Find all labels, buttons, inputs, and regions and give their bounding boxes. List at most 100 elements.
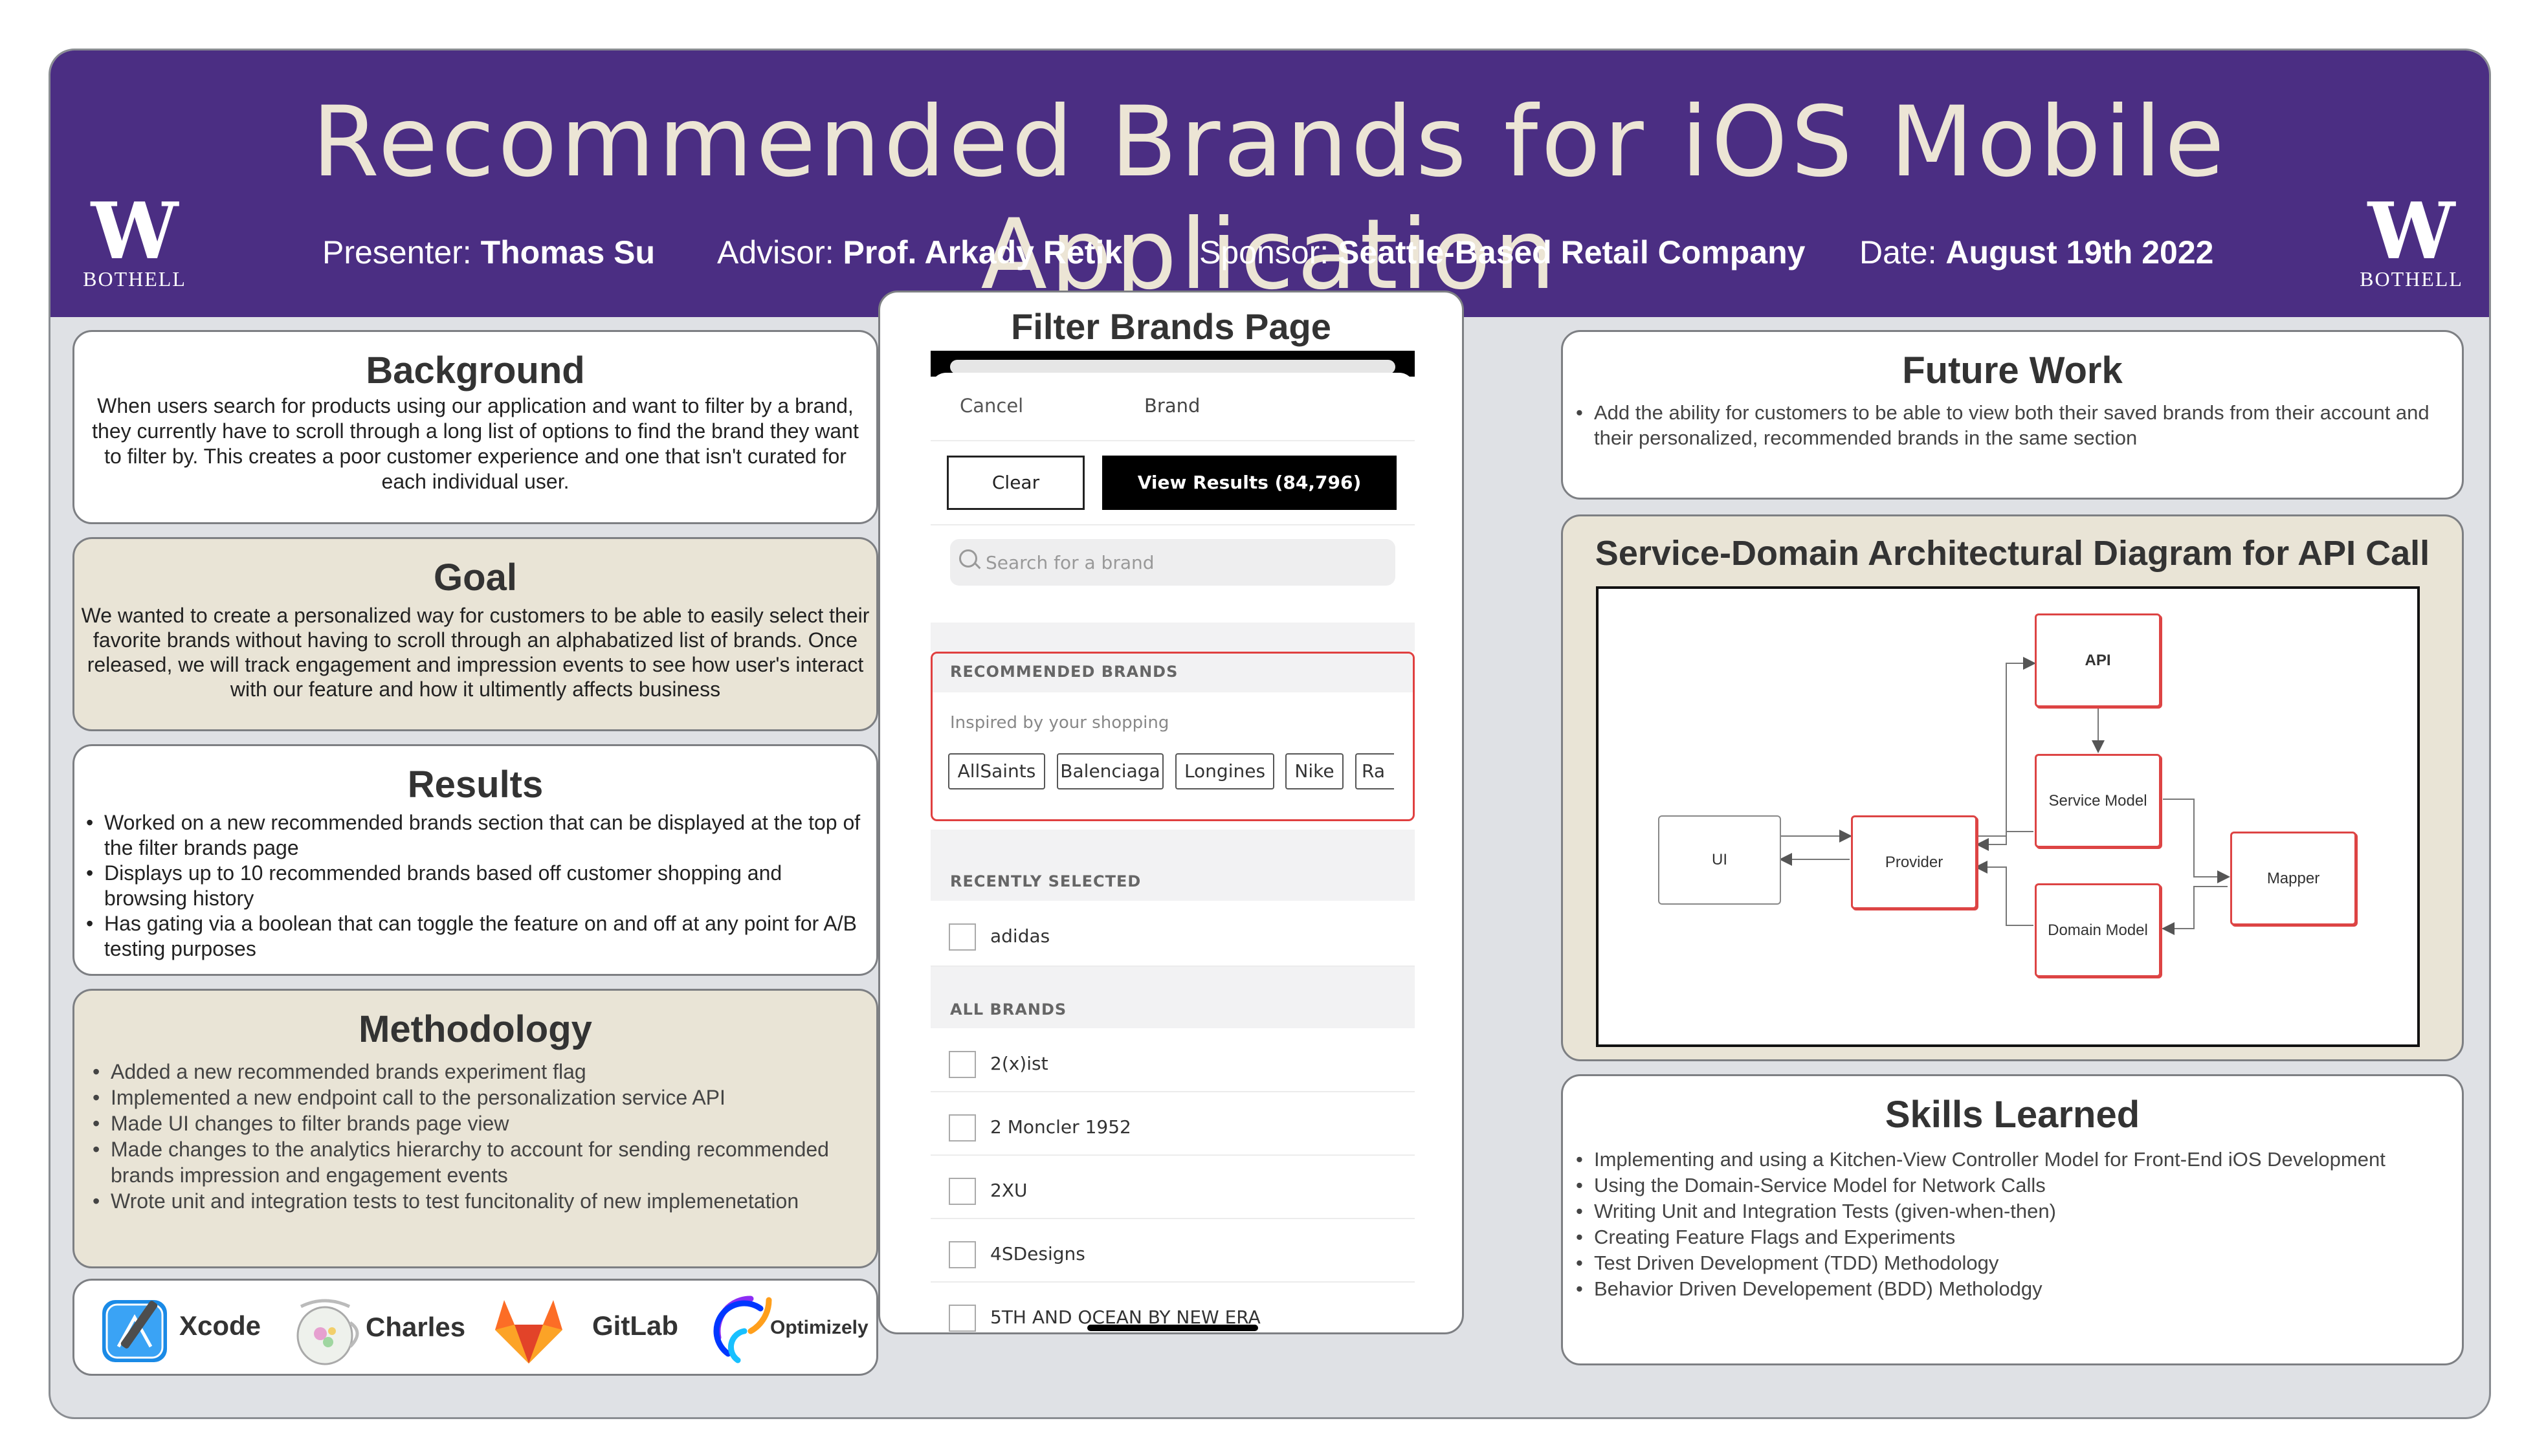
background-heading: Background (366, 349, 585, 392)
brand-name: 2XU (990, 1180, 1028, 1201)
brand-checkbox[interactable] (949, 1241, 976, 1268)
brand-checkbox[interactable] (949, 1305, 976, 1332)
recommended-subtitle: Inspired by your shopping (950, 713, 1169, 733)
future-work-list: Add the ability for customers to be able… (1576, 400, 2453, 450)
list-item: Has gating via a boolean that can toggle… (86, 911, 865, 962)
brand-checkbox[interactable] (949, 1178, 976, 1205)
filter-brands-heading: Filter Brands Page (1011, 306, 1331, 347)
list-item: Writing Unit and Integration Tests (give… (1576, 1198, 2455, 1224)
diagram-node-provider: Provider (1851, 815, 1977, 909)
diagram-node-service-model: Service Model (2035, 754, 2161, 848)
divider (931, 1281, 1415, 1283)
tools-panel: Xcode Charles GitLab Optimizely (72, 1279, 878, 1376)
results-panel: Results Worked on a new recommended bran… (72, 744, 878, 976)
advisor-name: Prof. Arkady Retik (843, 234, 1123, 270)
logo-letter: W (2367, 186, 2455, 277)
divider (931, 524, 1415, 525)
methodology-heading: Methodology (359, 1008, 592, 1050)
diagram-node-api: API (2035, 613, 2161, 707)
logo-text: BOTHELL (83, 267, 186, 291)
date-value: August 19th 2022 (1945, 234, 2214, 270)
list-item: Behavior Driven Developement (BDD) Metho… (1576, 1276, 2455, 1302)
brand-checkbox[interactable] (949, 1114, 976, 1142)
list-item: Wrote unit and integration tests to test… (93, 1188, 850, 1214)
goal-heading: Goal (434, 557, 517, 599)
search-input[interactable]: Search for a brand (950, 539, 1395, 586)
cancel-button[interactable]: Cancel (960, 395, 1023, 417)
brand-chip[interactable]: Longines (1175, 753, 1274, 789)
date-label: Date: (1859, 234, 1937, 270)
brand-checkbox[interactable] (949, 923, 976, 951)
architecture-heading: Service-Domain Architectural Diagram for… (1595, 534, 2430, 573)
divider (931, 440, 1415, 441)
phone-screenshot: Cancel Brand Clear View Results (84,796)… (931, 351, 1415, 1332)
sponsor-name: Seattle-Based Retail Company (1338, 234, 1806, 270)
list-item: Worked on a new recommended brands secti… (86, 810, 865, 861)
home-indicator (1087, 1325, 1258, 1331)
charles-icon (296, 1299, 359, 1365)
list-item: Displays up to 10 recommended brands bas… (86, 861, 865, 911)
future-work-panel: Future Work Add the ability for customer… (1561, 330, 2464, 500)
architecture-diagram: UI Provider API Service Model Domain Mod… (1596, 586, 2420, 1047)
filter-brands-panel: Filter Brands Page Cancel Brand Clear Vi… (878, 291, 1464, 1334)
list-item: Implemented a new endpoint call to the p… (93, 1085, 850, 1110)
tool-name-optimizely: Optimizely (770, 1317, 869, 1338)
gitlab-icon (495, 1300, 562, 1363)
goal-text: We wanted to create a personalized way f… (81, 604, 870, 701)
brand-chip[interactable]: Ra (1355, 753, 1394, 789)
skills-list: Implementing and using a Kitchen-View Co… (1576, 1147, 2455, 1302)
recently-selected-label: RECENTLY SELECTED (950, 872, 1142, 890)
brand-checkbox[interactable] (949, 1051, 976, 1078)
background-panel: Background When users search for product… (72, 330, 878, 524)
diagram-node-mapper: Mapper (2230, 832, 2356, 925)
section-header (931, 967, 1415, 1028)
nav-title: Brand (1144, 395, 1201, 417)
results-heading: Results (407, 764, 544, 806)
clear-button[interactable]: Clear (947, 456, 1085, 510)
list-item: Made UI changes to filter brands page vi… (93, 1110, 850, 1136)
xcode-icon (102, 1300, 167, 1362)
uw-bothell-logo-right: W BOTHELL (2360, 186, 2463, 291)
brand-chip[interactable]: Nike (1285, 753, 1344, 789)
divider (931, 1091, 1415, 1092)
sheet-grabber[interactable] (950, 360, 1395, 374)
list-item: Using the Domain-Service Model for Netwo… (1576, 1173, 2455, 1198)
date-info: Date: August 19th 2022 (1859, 234, 2213, 271)
brand-name: 2(x)ist (990, 1053, 1048, 1074)
list-item: Creating Feature Flags and Experiments (1576, 1224, 2455, 1250)
all-brands-label: ALL BRANDS (950, 1000, 1067, 1019)
list-item: Add the ability for customers to be able… (1576, 400, 2453, 450)
sponsor-label: Sponsor: (1199, 234, 1329, 270)
recommended-brands-label: RECOMMENDED BRANDS (950, 663, 1179, 681)
brand-chip[interactable]: Balenciaga (1057, 753, 1164, 789)
poster-title: Recommended Brands for iOS Mobile Applic… (311, 86, 2228, 311)
skills-heading: Skills Learned (1885, 1094, 2140, 1136)
brand-chip[interactable]: AllSaints (948, 753, 1045, 789)
divider (931, 1154, 1415, 1156)
header-banner: Recommended Brands for iOS Mobile Applic… (50, 50, 2489, 317)
search-icon (959, 549, 977, 568)
uw-bothell-logo-left: W BOTHELL (83, 193, 186, 291)
brand-name: 4SDesigns (990, 1243, 1085, 1264)
list-item: Implementing and using a Kitchen-View Co… (1576, 1147, 2455, 1173)
divider (931, 1218, 1415, 1219)
diagram-node-ui: UI (1658, 815, 1781, 905)
brand-name: 2 Moncler 1952 (990, 1116, 1131, 1138)
tool-name-gitlab: GitLab (592, 1310, 678, 1341)
presenter-info: Presenter: Thomas Su (322, 234, 655, 271)
presenter-label: Presenter: (322, 234, 472, 270)
section-spacer (931, 623, 1415, 652)
goal-panel: Goal We wanted to create a personalized … (72, 537, 878, 731)
diagram-node-domain-model: Domain Model (2035, 883, 2161, 977)
methodology-panel: Methodology Added a new recommended bran… (72, 989, 878, 1268)
advisor-info: Advisor: Prof. Arkady Retik (717, 234, 1122, 271)
skills-panel: Skills Learned Implementing and using a … (1561, 1074, 2464, 1365)
brand-name: adidas (990, 925, 1050, 947)
list-item: Added a new recommended brands experimen… (93, 1059, 850, 1085)
search-placeholder: Search for a brand (986, 552, 1155, 573)
tool-name-charles: Charles (366, 1312, 466, 1342)
view-results-button[interactable]: View Results (84,796) (1102, 456, 1397, 510)
recommended-brands-section: RECOMMENDED BRANDS Inspired by your shop… (931, 652, 1415, 821)
background-text: When users search for products using our… (92, 394, 859, 493)
logo-text: BOTHELL (2360, 267, 2463, 291)
